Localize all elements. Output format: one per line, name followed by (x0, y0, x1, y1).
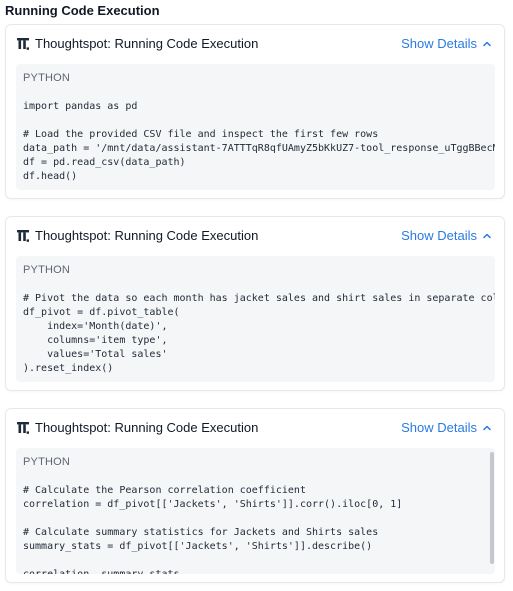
code-block[interactable]: PYTHON import pandas as pd # Load the pr… (16, 64, 495, 190)
show-details-label: Show Details (401, 36, 477, 51)
thoughtspot-logo-icon (17, 422, 29, 434)
card-title: Thoughtspot: Running Code Execution (35, 36, 259, 51)
show-details-toggle[interactable]: Show Details (401, 228, 492, 244)
card-title: Thoughtspot: Running Code Execution (35, 228, 259, 243)
code-content: # Pivot the data so each month has jacke… (23, 293, 495, 374)
scrollbar-thumb[interactable] (490, 452, 494, 564)
card-title: Thoughtspot: Running Code Execution (35, 420, 259, 435)
show-details-toggle[interactable]: Show Details (401, 420, 492, 436)
code-language-label: PYTHON (23, 264, 71, 276)
card-header[interactable]: Thoughtspot: Running Code Execution Show… (6, 25, 504, 63)
show-details-label: Show Details (401, 228, 477, 243)
code-content: # Calculate the Pearson correlation coef… (23, 485, 403, 574)
code-execution-card: Thoughtspot: Running Code Execution Show… (5, 24, 505, 199)
show-details-toggle[interactable]: Show Details (401, 36, 492, 52)
code-language-label: PYTHON (23, 72, 71, 84)
card-header[interactable]: Thoughtspot: Running Code Execution Show… (6, 409, 504, 447)
chevron-up-icon (483, 425, 491, 431)
card-header[interactable]: Thoughtspot: Running Code Execution Show… (6, 217, 504, 255)
code-execution-card: Thoughtspot: Running Code Execution Show… (5, 408, 505, 583)
code-block[interactable]: PYTHON # Calculate the Pearson correlati… (16, 448, 495, 574)
code-execution-card: Thoughtspot: Running Code Execution Show… (5, 216, 505, 391)
chevron-up-icon (483, 233, 491, 239)
chevron-up-icon (483, 41, 491, 47)
thoughtspot-logo-icon (17, 230, 29, 242)
show-details-label: Show Details (401, 420, 477, 435)
page-title: Running Code Execution (5, 3, 160, 18)
thoughtspot-logo-icon (17, 38, 29, 50)
code-scrollbar[interactable] (490, 448, 494, 574)
code-language-label: PYTHON (23, 456, 71, 468)
code-block[interactable]: PYTHON # Pivot the data so each month ha… (16, 256, 495, 382)
code-content: import pandas as pd # Load the provided … (23, 101, 495, 182)
